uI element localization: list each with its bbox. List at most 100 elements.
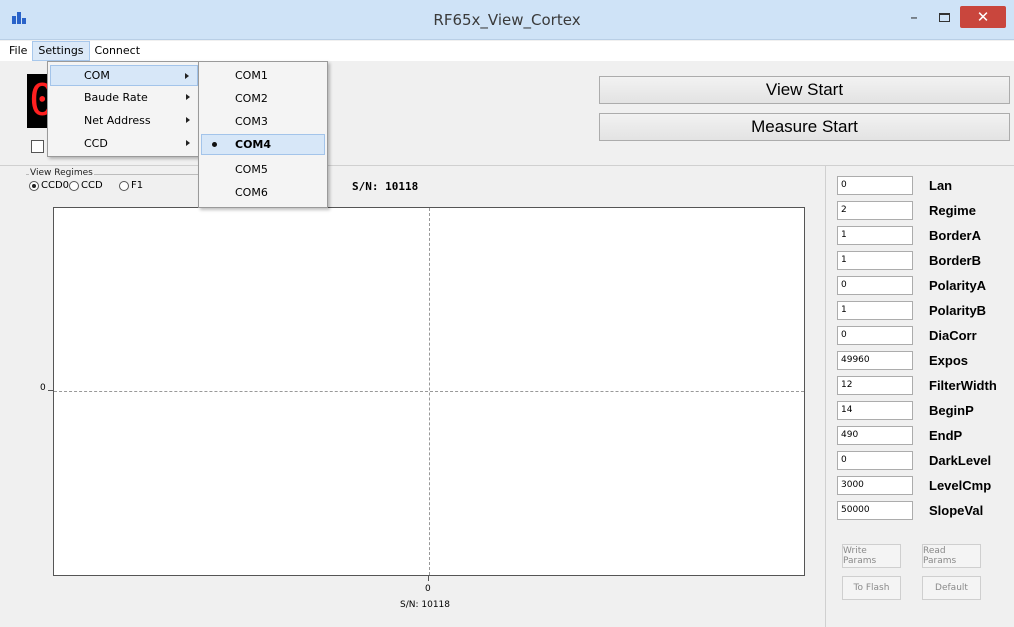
maximize-icon [938,12,950,22]
radio-label: F1 [131,180,144,191]
radio-label: CCD0 [41,180,70,191]
param-label-polarityb: PolarityB [929,303,987,318]
param-input-lan[interactable]: 0 [837,176,913,195]
param-label-lan: Lan [929,178,953,193]
radio-dot [119,180,129,191]
view-regimes-group: View Regimes CCD0 CCD F1 [26,168,202,194]
menu-item-baude-rate[interactable]: Baude Rate [50,87,198,108]
param-input-polaritya[interactable]: 0 [837,276,913,295]
menu-item-label: Net Address [84,114,151,127]
submenu-item-com1[interactable]: COM1 [201,65,325,86]
close-button[interactable]: ✕ [960,6,1006,28]
submenu-item-com2[interactable]: COM2 [201,88,325,109]
menu-item-label: CCD [84,137,108,150]
option-checkbox[interactable] [31,140,44,153]
radio-f1[interactable]: F1 [119,180,143,191]
x-axis-tick [428,576,429,581]
param-label-endp: EndP [929,428,963,443]
com-submenu: COM1 COM2 COM3 COM4 COM5 COM6 [198,61,328,208]
measure-start-button[interactable]: Measure Start [599,113,1010,141]
radio-ccd0[interactable]: CCD0 [29,180,69,191]
submenu-item-label: COM4 [235,138,272,151]
param-row-polaritya: 0 PolarityA [837,276,1012,295]
value-display-digit: 0 [29,75,49,126]
value-display: 0 [27,74,49,128]
menu-item-ccd[interactable]: CCD [50,133,198,154]
param-label-levelcmp: LevelCmp [929,478,992,493]
menu-connect[interactable]: Connect [90,41,145,61]
divider [0,165,1014,166]
param-row-diacorr: 0 DiaCorr [837,326,1012,345]
menu-settings[interactable]: Settings [32,41,90,61]
radio-ccd[interactable]: CCD [69,180,103,191]
maximize-button[interactable] [930,6,958,28]
param-input-beginp[interactable]: 14 [837,401,913,420]
param-input-expos[interactable]: 49960 [837,351,913,370]
menu-item-com[interactable]: COM [50,65,198,86]
to-flash-button[interactable]: To Flash [842,576,901,600]
param-row-levelcmp: 3000 LevelCmp [837,476,1012,495]
title-bar: RF65x_View_Cortex – ✕ [0,0,1014,40]
param-row-filterwidth: 12 FilterWidth [837,376,1012,395]
submenu-arrow-icon [186,94,190,100]
param-label-polaritya: PolarityA [929,278,987,293]
settings-menu: COM Baude Rate Net Address CCD [47,61,201,157]
menu-item-label: COM [84,69,110,82]
param-label-slopeval: SlopeVal [929,503,984,518]
param-label-filterwidth: FilterWidth [929,378,997,393]
radio-dot [69,180,79,191]
param-label-regime: Regime [929,203,976,218]
read-params-button[interactable]: Read Params [922,544,981,568]
param-row-lan: 0 Lan [837,176,1012,195]
selected-bullet-icon [212,142,217,147]
write-params-button[interactable]: Write Params [842,544,901,568]
param-row-slopeval: 50000 SlopeVal [837,501,1012,520]
radio-label: CCD [81,180,103,191]
radio-dot-selected [29,180,39,191]
param-label-bordera: BorderA [929,228,982,243]
x-axis-zero-label: 0 [425,584,431,594]
view-regimes-legend: View Regimes [29,168,94,178]
right-panel-divider [825,166,826,627]
default-button[interactable]: Default [922,576,981,600]
menu-item-net-address[interactable]: Net Address [50,110,198,131]
menu-bar: File Settings Connect [0,41,1014,61]
param-label-darklevel: DarkLevel [929,453,992,468]
param-input-levelcmp[interactable]: 3000 [837,476,913,495]
submenu-item-com5[interactable]: COM5 [201,159,325,180]
param-label-expos: Expos [929,353,969,368]
param-row-expos: 49960 Expos [837,351,1012,370]
param-input-diacorr[interactable]: 0 [837,326,913,345]
param-row-beginp: 14 BeginP [837,401,1012,420]
param-input-regime[interactable]: 2 [837,201,913,220]
submenu-item-com4[interactable]: COM4 [201,134,325,155]
y-axis-zero-label: 0 [40,383,46,393]
param-input-endp[interactable]: 490 [837,426,913,445]
serial-number-bottom: S/N: 10118 [400,600,451,610]
param-input-darklevel[interactable]: 0 [837,451,913,470]
param-row-bordera: 1 BorderA [837,226,1012,245]
window-title: RF65x_View_Cortex [433,11,581,29]
menu-item-label: Baude Rate [84,91,148,104]
param-input-filterwidth[interactable]: 12 [837,376,913,395]
param-label-borderb: BorderB [929,253,982,268]
param-row-polarityb: 1 PolarityB [837,301,1012,320]
submenu-arrow-icon [186,117,190,123]
submenu-arrow-icon [186,140,190,146]
param-input-bordera[interactable]: 1 [837,226,913,245]
param-row-endp: 490 EndP [837,426,1012,445]
signal-plot [53,207,805,576]
serial-number-top: S/N: 10118 [352,180,419,193]
minimize-button[interactable]: – [900,6,928,28]
param-input-slopeval[interactable]: 50000 [837,501,913,520]
param-row-darklevel: 0 DarkLevel [837,451,1012,470]
param-row-borderb: 1 BorderB [837,251,1012,270]
menu-file[interactable]: File [4,41,32,61]
param-input-polarityb[interactable]: 1 [837,301,913,320]
submenu-item-com6[interactable]: COM6 [201,182,325,203]
param-input-borderb[interactable]: 1 [837,251,913,270]
param-row-regime: 2 Regime [837,201,1012,220]
param-label-diacorr: DiaCorr [929,328,977,343]
submenu-item-com3[interactable]: COM3 [201,111,325,132]
view-start-button[interactable]: View Start [599,76,1010,104]
